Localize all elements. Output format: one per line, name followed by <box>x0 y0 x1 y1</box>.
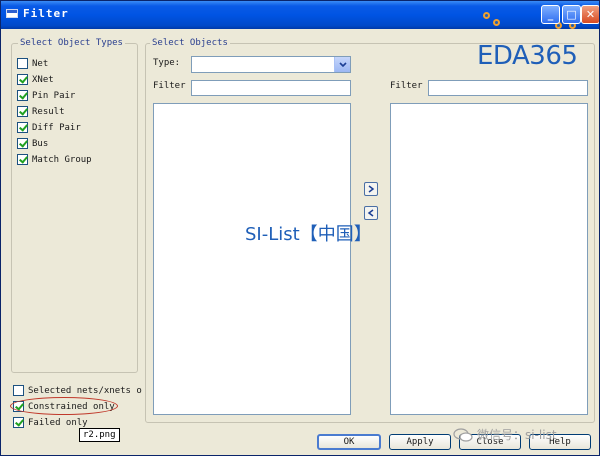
checkbox-label: Diff Pair <box>32 122 81 133</box>
checkbox-selected-nets[interactable]: Selected nets/xnets o <box>13 385 142 396</box>
right-filter-label: Filter <box>390 81 423 91</box>
right-arrow-icon <box>368 185 375 193</box>
checkbox-xnet[interactable]: XNet <box>17 74 54 85</box>
move-left-button[interactable] <box>364 206 378 220</box>
checkbox-box[interactable] <box>13 385 24 396</box>
checkbox-label: Result <box>32 106 65 117</box>
checkbox-box[interactable] <box>17 74 28 85</box>
object-types-legend: Select Object Types <box>18 38 125 48</box>
window-title: Filter <box>23 7 69 20</box>
apply-button[interactable]: Apply <box>389 434 451 450</box>
wechat-text: 微信号：si-list <box>477 428 557 442</box>
checkbox-box[interactable] <box>13 417 24 428</box>
title-bar[interactable]: Filter _ □ ✕ <box>1 1 599 29</box>
type-select[interactable] <box>191 56 351 73</box>
selected-objects-list[interactable] <box>390 103 588 415</box>
available-objects-list[interactable] <box>153 103 351 415</box>
left-filter-input[interactable] <box>191 80 351 96</box>
checkbox-label: Bus <box>32 138 49 149</box>
tooltip: r2.png <box>79 428 120 442</box>
chevron-down-icon[interactable] <box>334 57 350 72</box>
checkbox-diff-pair[interactable]: Diff Pair <box>17 122 81 133</box>
checkbox-box[interactable] <box>17 106 28 117</box>
type-label: Type: <box>153 58 181 68</box>
wechat-icon <box>453 427 473 442</box>
checkbox-pin-pair[interactable]: Pin Pair <box>17 90 75 101</box>
left-arrow-icon <box>367 209 374 217</box>
checkbox-box[interactable] <box>17 122 28 133</box>
checkbox-failed-only[interactable]: Failed only <box>13 417 88 428</box>
highlight-ellipse <box>10 397 118 415</box>
checkbox-box[interactable] <box>17 138 28 149</box>
checkbox-match-group[interactable]: Match Group <box>17 154 92 165</box>
filter-dialog: Filter _ □ ✕ EDA365 Select Object Types … <box>0 0 600 456</box>
checkbox-net[interactable]: Net <box>17 58 48 69</box>
checkbox-box[interactable] <box>17 90 28 101</box>
wechat-watermark: 微信号：si-list <box>453 426 557 443</box>
close-window-button[interactable]: ✕ <box>581 5 599 24</box>
checkbox-label: Net <box>32 58 49 69</box>
checkbox-label: Pin Pair <box>32 90 76 101</box>
checkbox-label: XNet <box>32 74 54 85</box>
checkbox-bus[interactable]: Bus <box>17 138 48 149</box>
minimize-button[interactable]: _ <box>541 5 560 24</box>
select-objects-legend: Select Objects <box>150 38 230 48</box>
maximize-button[interactable]: □ <box>562 5 581 24</box>
checkbox-result[interactable]: Result <box>17 106 65 117</box>
move-right-button[interactable] <box>364 182 378 196</box>
ok-button[interactable]: OK <box>317 434 381 450</box>
center-watermark: SI-List【中国】 <box>245 224 372 245</box>
right-filter-input[interactable] <box>428 80 588 96</box>
checkbox-box[interactable] <box>17 58 28 69</box>
checkbox-label: Selected nets/xnets o <box>28 385 142 396</box>
window-icon <box>6 9 18 18</box>
checkbox-label: Match Group <box>32 154 92 165</box>
checkbox-label: Failed only <box>28 417 88 428</box>
checkbox-box[interactable] <box>17 154 28 165</box>
left-filter-label: Filter <box>153 81 186 91</box>
